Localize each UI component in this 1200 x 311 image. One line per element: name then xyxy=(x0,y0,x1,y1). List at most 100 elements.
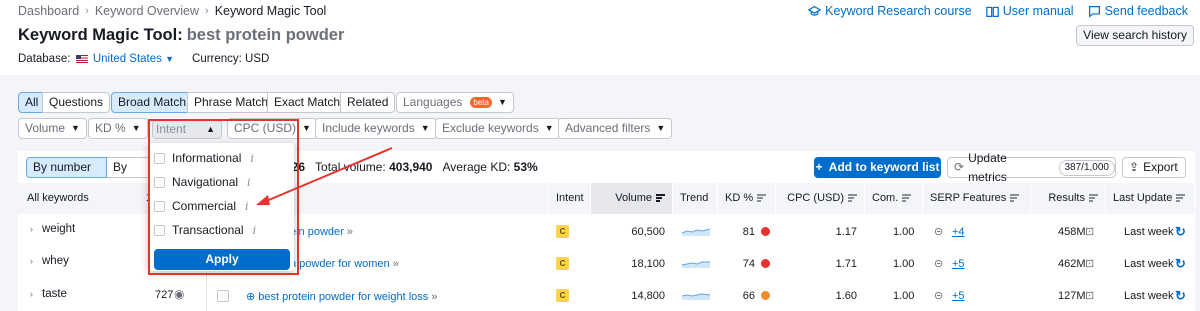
column-results[interactable]: Results xyxy=(1031,183,1106,214)
chevron-down-icon: ▼ xyxy=(656,123,666,133)
advanced-filters[interactable]: Advanced filters ▼ xyxy=(558,118,673,139)
chevron-down-icon: ▼ xyxy=(497,97,507,107)
export-button[interactable]: ⇪ Export xyxy=(1122,157,1186,178)
kd-value: 74 xyxy=(736,258,770,270)
results-value: 462M xyxy=(1058,258,1086,270)
link-icon: ⊝ xyxy=(934,226,944,238)
table-row[interactable]: ein powder » xyxy=(290,226,353,238)
view-search-history-button[interactable]: View search history xyxy=(1076,25,1194,46)
link-icon: ⊝ xyxy=(934,258,944,270)
chevron-double-right-icon[interactable]: » xyxy=(347,226,353,238)
search-query: best protein powder xyxy=(186,26,345,44)
column-trend: Trend xyxy=(673,183,718,214)
volume-value: 60,500 xyxy=(631,226,665,238)
beta-badge: beta xyxy=(470,97,492,108)
row-checkbox[interactable] xyxy=(217,290,229,302)
column-serp-features[interactable]: SERP Features xyxy=(923,183,1031,214)
book-icon xyxy=(985,6,999,17)
column-intent: Intent xyxy=(549,183,591,214)
add-to-keyword-list-button[interactable]: + Add to keyword list xyxy=(814,157,941,178)
eye-icon[interactable]: ◉ xyxy=(174,287,184,301)
column-com[interactable]: Com. xyxy=(865,183,923,214)
cpc-value: 1.71 xyxy=(835,258,857,270)
column-last-update[interactable]: Last Update xyxy=(1106,183,1195,214)
results-value: 458M xyxy=(1058,226,1086,238)
tab-broad-match[interactable]: Broad Match xyxy=(111,92,194,113)
keyword-link[interactable]: best protein powder for weight loss xyxy=(258,291,428,303)
volume-value: 14,800 xyxy=(631,290,665,302)
last-update-value: Last week xyxy=(1124,290,1174,302)
intent-badge: C xyxy=(556,289,569,302)
export-icon: ⇪ xyxy=(1129,160,1140,174)
com-value: 1.00 xyxy=(893,290,915,302)
trend-sparkline xyxy=(682,228,710,236)
breadcrumb-keyword-overview[interactable]: Keyword Overview xyxy=(95,4,199,18)
keyword-link[interactable]: n powder for women xyxy=(290,258,390,270)
breadcrumb-dashboard[interactable]: Dashboard xyxy=(18,4,79,18)
group-item-whey[interactable]: › whey xyxy=(30,255,69,267)
last-update-value: Last week xyxy=(1124,226,1174,238)
chevron-double-right-icon[interactable]: » xyxy=(431,291,437,303)
tab-questions[interactable]: Questions xyxy=(42,92,111,113)
breadcrumb-current: Keyword Magic Tool xyxy=(214,4,327,18)
table-row[interactable]: n powder for women » xyxy=(290,258,399,270)
database-select[interactable]: United States ▼ xyxy=(93,53,174,65)
languages-dropdown[interactable]: Languages beta ▼ xyxy=(396,92,514,113)
com-value: 1.00 xyxy=(893,226,915,238)
add-circle-icon[interactable]: ⊕ xyxy=(246,291,255,303)
column-kd[interactable]: KD % xyxy=(718,183,776,214)
chevron-down-icon: ▼ xyxy=(165,54,175,64)
intent-badge: C xyxy=(556,225,569,238)
table-row[interactable]: ⊕ best protein powder for weight loss » xyxy=(246,290,437,303)
trend-sparkline xyxy=(682,261,710,268)
serp-more[interactable]: +4 xyxy=(952,226,965,238)
tab-related[interactable]: Related xyxy=(340,92,396,113)
sort-icon xyxy=(902,193,912,204)
database-row: Database: United States ▼ Currency: USD xyxy=(18,53,270,65)
volume-filter[interactable]: Volume ▼ xyxy=(18,118,87,139)
column-volume[interactable]: Volume xyxy=(591,183,673,214)
refresh-icon: ⟳ xyxy=(954,160,965,174)
chevron-double-right-icon[interactable]: » xyxy=(393,258,399,270)
tab-phrase-match[interactable]: Phrase Match xyxy=(187,92,276,113)
serp-more[interactable]: +5 xyxy=(952,258,965,270)
top-links: Keyword Research course User manual Send… xyxy=(808,4,1188,18)
page-title: Keyword Magic Tool: best protein powder xyxy=(18,26,345,44)
trend-sparkline xyxy=(682,293,710,300)
refresh-icon[interactable]: ↻ xyxy=(1175,256,1186,272)
serp-search-icon[interactable]: ⊡ xyxy=(1085,289,1094,302)
sort-icon xyxy=(848,193,857,204)
cpc-value: 1.17 xyxy=(835,226,857,238)
keyword-research-course-link[interactable]: Keyword Research course xyxy=(808,4,972,18)
group-item-weight[interactable]: › weight xyxy=(30,223,75,235)
last-update-value: Last week xyxy=(1124,258,1174,270)
include-keywords-filter[interactable]: Include keywords ▼ xyxy=(315,118,437,139)
chevron-right-icon: › xyxy=(30,224,33,234)
chevron-right-icon: › xyxy=(30,289,33,299)
column-cpc[interactable]: CPC (USD) xyxy=(776,183,865,214)
refresh-icon[interactable]: ↻ xyxy=(1175,224,1186,240)
tab-exact-match[interactable]: Exact Match xyxy=(267,92,348,113)
serp-search-icon[interactable]: ⊡ xyxy=(1085,225,1094,238)
serp-more[interactable]: +5 xyxy=(952,290,965,302)
group-item-taste[interactable]: › taste xyxy=(30,288,67,300)
user-manual-link[interactable]: User manual xyxy=(985,4,1074,18)
chat-bubble-icon xyxy=(1088,5,1100,18)
serp-search-icon[interactable]: ⊡ xyxy=(1085,257,1094,270)
update-count-badge: 387/1,000 xyxy=(1058,159,1115,176)
com-value: 1.00 xyxy=(893,258,915,270)
send-feedback-link[interactable]: Send feedback xyxy=(1088,4,1188,18)
by-number-toggle[interactable]: By number xyxy=(26,157,107,178)
intent-badge: C xyxy=(556,257,569,270)
chevron-down-icon: ▼ xyxy=(131,123,141,133)
chevron-down-icon: ▼ xyxy=(302,123,311,133)
exclude-keywords-filter[interactable]: Exclude keywords ▼ xyxy=(435,118,561,139)
kd-filter[interactable]: KD % ▼ xyxy=(88,118,148,139)
update-metrics-button[interactable]: ⟳ Update metrics 387/1,000 xyxy=(947,151,1116,184)
sort-icon xyxy=(1010,193,1020,204)
us-flag-icon xyxy=(75,54,88,63)
chevron-down-icon: ▼ xyxy=(544,123,554,133)
refresh-icon[interactable]: ↻ xyxy=(1175,288,1186,304)
kd-indicator-icon xyxy=(761,227,770,236)
plus-icon: + xyxy=(815,160,823,174)
